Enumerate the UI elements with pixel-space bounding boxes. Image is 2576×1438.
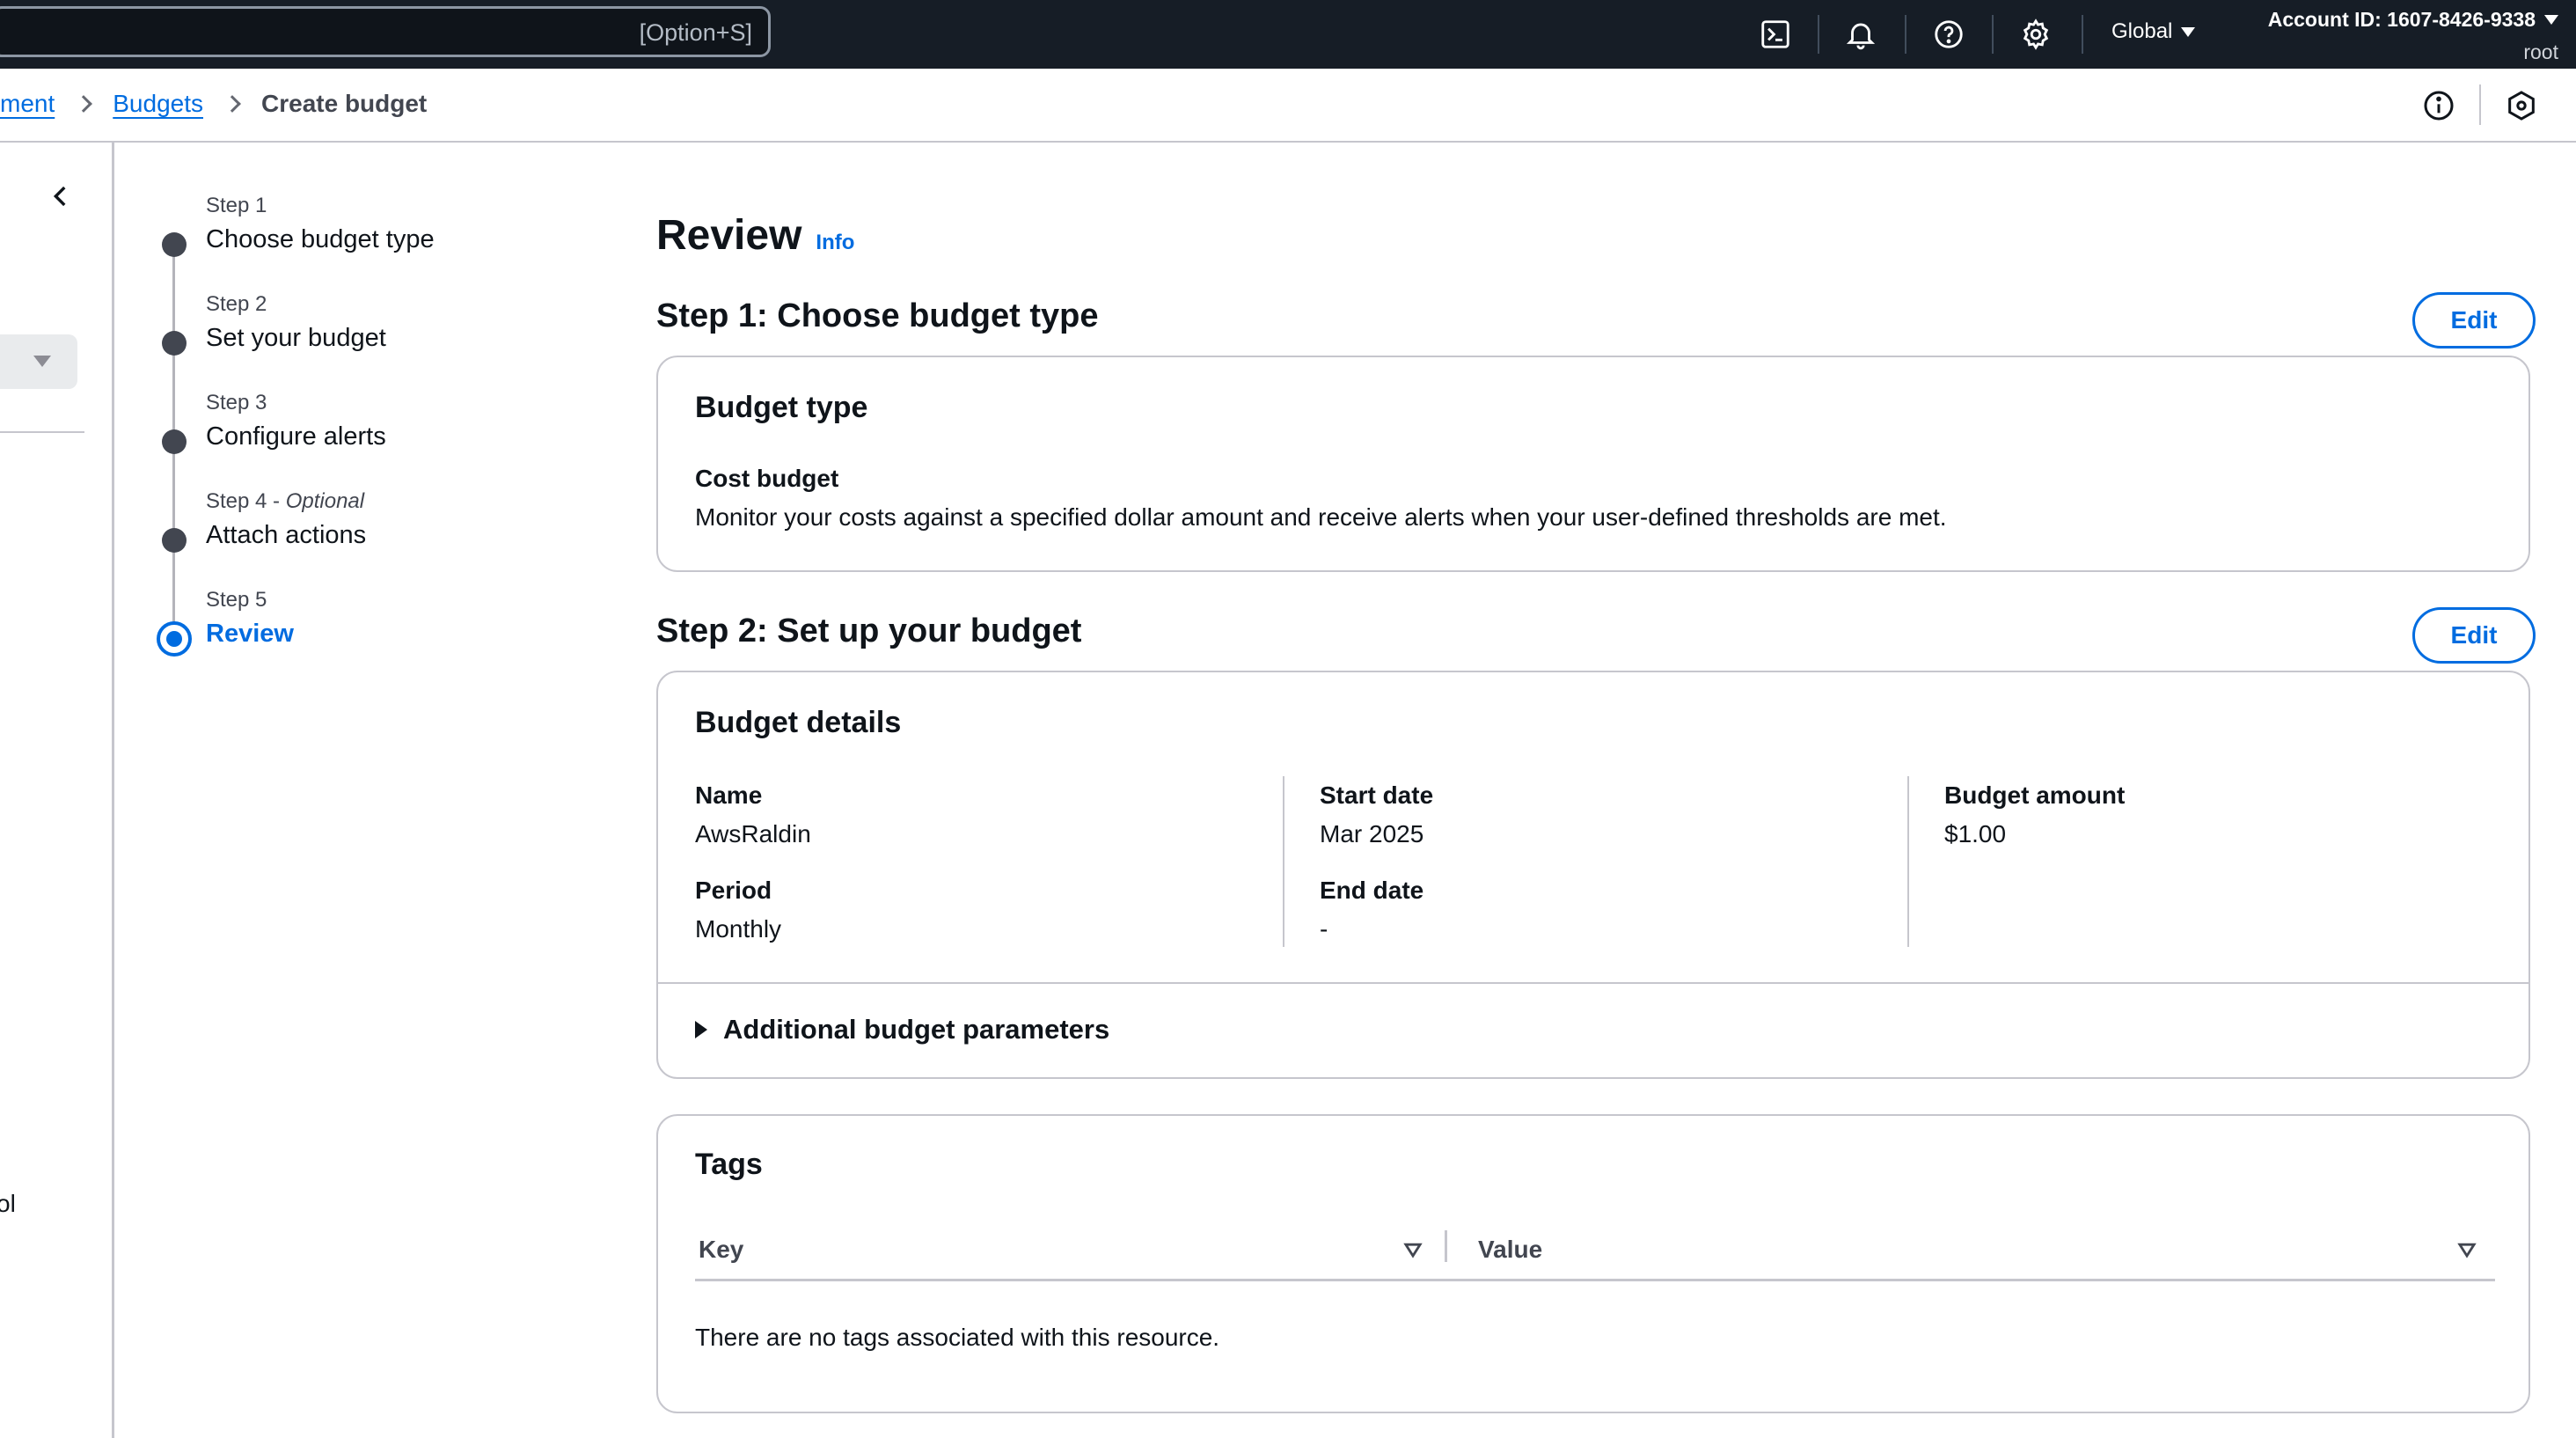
budget-details-card: Budget details Name AwsRaldin Period Mon…: [656, 671, 2530, 1079]
additional-parameters-expander[interactable]: Additional budget parameters: [695, 1014, 1109, 1045]
step-current-dot-icon: [157, 621, 192, 657]
edit-step-1-button[interactable]: Edit: [2412, 292, 2536, 348]
caret-down-icon: [33, 356, 51, 367]
empty-tags-message: There are no tags associated with this r…: [695, 1324, 1220, 1351]
account-id-label: Account ID: 1607-8426-9338: [2267, 8, 2536, 31]
feedback-icon[interactable]: [2504, 88, 2539, 123]
expander-label: Additional budget parameters: [723, 1014, 1110, 1045]
sidebar-select[interactable]: [0, 334, 77, 389]
sidebar-divider: [0, 431, 84, 433]
step-number-label: Step 2: [206, 292, 267, 316]
step-complete-dot-icon: [162, 528, 187, 553]
caret-down-icon: [2181, 26, 2196, 37]
nav-divider: [1905, 15, 1906, 54]
utility-divider: [2479, 84, 2481, 125]
period-value: Monthly: [695, 915, 782, 943]
collapse-navigation-icon[interactable]: [46, 181, 76, 211]
column-divider: [1907, 776, 1909, 947]
start-date-value: Mar 2025: [1320, 820, 1424, 847]
page-title-text: Review: [656, 212, 802, 259]
section-heading-budget-type: Step 1: Choose budget type: [656, 297, 1099, 334]
step-title: Review: [206, 620, 294, 648]
card-title: Budget details: [695, 706, 902, 739]
card-divider: [658, 982, 2528, 984]
start-date-label: Start date: [1320, 781, 1434, 809]
budget-type-card: Budget type Cost budget Monitor your cos…: [656, 356, 2530, 572]
budget-type-name: Cost budget: [695, 465, 839, 492]
sort-icon[interactable]: [1401, 1237, 1425, 1262]
column-divider: [1283, 776, 1284, 947]
breadcrumb: ment Budgets Create budget: [0, 90, 427, 118]
step-number-label: Step 4 - Optional: [206, 489, 364, 514]
nav-divider: [1992, 15, 1994, 54]
side-navigation: ol: [0, 143, 114, 1438]
step-number-label: Step 1: [206, 194, 267, 217]
breadcrumb-bar: ment Budgets Create budget: [0, 69, 2576, 143]
column-divider: [1445, 1230, 1447, 1262]
tags-card: Tags Key Value There are no tags associa…: [656, 1114, 2530, 1413]
end-date-value: -: [1320, 915, 1328, 943]
column-header-key[interactable]: Key: [699, 1236, 743, 1264]
region-label: Global: [2111, 19, 2173, 43]
caret-right-icon: [695, 1021, 707, 1038]
step-number-label: Step 5: [206, 588, 267, 612]
sidebar-item-partial[interactable]: ol: [0, 1190, 16, 1218]
chevron-right-icon: [75, 95, 93, 113]
step-complete-dot-icon: [162, 232, 187, 257]
tags-table-header: Key Value: [695, 1222, 2495, 1281]
sort-icon[interactable]: [2455, 1237, 2479, 1262]
help-icon[interactable]: [1930, 16, 1967, 53]
top-navigation: [Option+S] Global Account ID: 1607-8426-…: [0, 0, 2576, 69]
card-title: Tags: [695, 1148, 763, 1181]
step-title[interactable]: Attach actions: [206, 521, 366, 550]
edit-step-2-button[interactable]: Edit: [2412, 607, 2536, 664]
step-complete-dot-icon: [162, 331, 187, 356]
budget-amount-value: $1.00: [1944, 820, 2007, 847]
page-title: Review Info: [656, 211, 854, 260]
step-number-label: Step 3: [206, 391, 267, 415]
step-complete-dot-icon: [162, 429, 187, 454]
account-user-label: root: [2523, 40, 2558, 63]
step-number-text: Step 4 -: [206, 489, 286, 513]
period-label: Period: [695, 877, 772, 904]
name-value: AwsRaldin: [695, 820, 811, 847]
info-circle-icon[interactable]: [2421, 88, 2456, 123]
budget-amount-label: Budget amount: [1944, 781, 2126, 809]
breadcrumb-link-cost-management[interactable]: ment: [0, 90, 55, 118]
bell-icon[interactable]: [1842, 16, 1879, 53]
caret-down-icon: [2544, 15, 2558, 25]
search-shortcut-hint: [Option+S]: [639, 19, 752, 46]
name-label: Name: [695, 781, 763, 809]
card-title: Budget type: [695, 391, 868, 424]
breadcrumb-link-budgets[interactable]: Budgets: [113, 90, 203, 118]
breadcrumb-current: Create budget: [261, 90, 428, 117]
budget-type-description: Monitor your costs against a specified d…: [695, 503, 1947, 531]
end-date-label: End date: [1320, 877, 1424, 904]
search-input[interactable]: [Option+S]: [0, 6, 771, 57]
section-heading-budget-setup: Step 2: Set up your budget: [656, 613, 1082, 649]
cloudshell-icon[interactable]: [1757, 16, 1794, 53]
nav-divider: [1818, 15, 1819, 54]
step-title[interactable]: Choose budget type: [206, 225, 435, 254]
step-title[interactable]: Set your budget: [206, 324, 386, 353]
nav-divider: [2082, 15, 2083, 54]
info-link[interactable]: Info: [816, 231, 854, 255]
column-header-value[interactable]: Value: [1478, 1236, 1542, 1264]
step-title[interactable]: Configure alerts: [206, 422, 386, 451]
chevron-right-icon: [223, 95, 241, 113]
settings-icon[interactable]: [2017, 16, 2054, 53]
step-optional-text: Optional: [285, 489, 365, 513]
account-menu[interactable]: Account ID: 1607-8426-9338 root: [2268, 8, 2558, 64]
region-selector[interactable]: Global: [2111, 19, 2196, 44]
